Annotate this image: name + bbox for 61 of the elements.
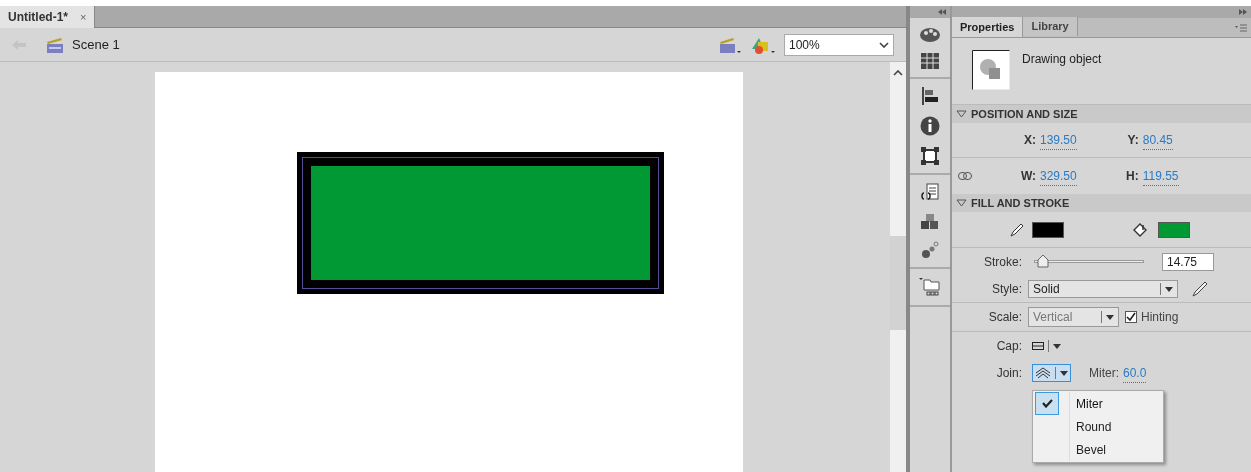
project-folder-icon[interactable] bbox=[919, 277, 941, 297]
slider-thumb[interactable] bbox=[1036, 254, 1049, 268]
close-button[interactable]: × bbox=[80, 8, 87, 26]
miter-join-icon bbox=[1035, 367, 1051, 379]
caret-icon bbox=[1106, 314, 1114, 320]
components-icon[interactable] bbox=[920, 213, 940, 231]
collapse-triangle-icon[interactable] bbox=[956, 110, 967, 118]
hinting-checkbox[interactable] bbox=[1125, 311, 1137, 323]
pencil-icon bbox=[1010, 222, 1024, 237]
vertical-scrollbar[interactable] bbox=[890, 62, 906, 472]
join-label: Join: bbox=[995, 365, 1022, 382]
motion-dots-icon[interactable] bbox=[921, 241, 939, 259]
chevron-down-icon bbox=[879, 41, 889, 48]
code-snippets-icon[interactable] bbox=[920, 183, 940, 203]
h-label: H: bbox=[1125, 168, 1139, 185]
collapse-triangle-icon[interactable] bbox=[956, 199, 967, 207]
link-icon[interactable] bbox=[958, 172, 972, 180]
align-icon[interactable] bbox=[921, 87, 939, 105]
pencil-icon[interactable] bbox=[1192, 281, 1208, 297]
style-label: Style: bbox=[991, 281, 1022, 298]
cap-style-icon bbox=[1032, 342, 1044, 350]
caret-icon bbox=[1165, 286, 1173, 292]
cap-label: Cap: bbox=[995, 338, 1022, 355]
scene-name[interactable]: Scene 1 bbox=[72, 34, 120, 55]
drawing-object-icon bbox=[972, 50, 1010, 90]
caret-icon bbox=[1060, 370, 1068, 376]
paint-bucket-icon bbox=[1132, 222, 1148, 237]
stroke-color-swatch[interactable] bbox=[1032, 221, 1064, 238]
w-label: W: bbox=[1019, 168, 1036, 185]
zoom-dropdown[interactable]: 100% bbox=[784, 33, 894, 56]
scrollbar-thumb[interactable] bbox=[890, 236, 906, 330]
palette-icon[interactable] bbox=[919, 26, 941, 44]
join-dropdown[interactable] bbox=[1032, 364, 1071, 382]
caret-icon bbox=[1053, 343, 1061, 349]
menu-item[interactable]: Bevel bbox=[1069, 438, 1163, 461]
hinting-label[interactable]: Hinting bbox=[1141, 308, 1179, 326]
transform-icon[interactable] bbox=[921, 147, 939, 165]
swatches-grid-icon[interactable] bbox=[921, 53, 939, 69]
scale-label: Scale: bbox=[987, 309, 1022, 326]
panel-tab[interactable]: Library bbox=[1023, 17, 1078, 36]
clapperboard-icon bbox=[46, 35, 64, 54]
chevron-up-icon[interactable] bbox=[893, 70, 903, 76]
panel-tab[interactable]: Properties bbox=[952, 17, 1024, 37]
style-dropdown[interactable]: Solid bbox=[1028, 280, 1178, 298]
stroke-label: Stroke: bbox=[983, 254, 1022, 271]
stroke-slider[interactable] bbox=[1034, 254, 1144, 270]
object-type-label: Drawing object bbox=[1022, 51, 1102, 68]
menu-item[interactable]: Round bbox=[1069, 415, 1163, 438]
fill-color-swatch[interactable] bbox=[1158, 221, 1190, 238]
x-label: X: bbox=[1023, 132, 1036, 149]
menu-item[interactable]: Miter bbox=[1069, 392, 1163, 415]
cap-dropdown[interactable] bbox=[1032, 340, 1061, 352]
rectangle-shape[interactable] bbox=[297, 152, 664, 294]
info-icon[interactable] bbox=[920, 116, 940, 136]
miter-label: Miter: bbox=[1089, 365, 1119, 382]
document-tab[interactable]: Untitled-1* × bbox=[0, 6, 96, 28]
expand-icon[interactable] bbox=[1239, 9, 1247, 15]
y-label: Y: bbox=[1126, 132, 1139, 149]
collapse-icon[interactable] bbox=[938, 9, 946, 15]
checkmark-icon bbox=[1041, 399, 1053, 408]
stroke-width-field[interactable]: 14.75 bbox=[1162, 253, 1214, 271]
